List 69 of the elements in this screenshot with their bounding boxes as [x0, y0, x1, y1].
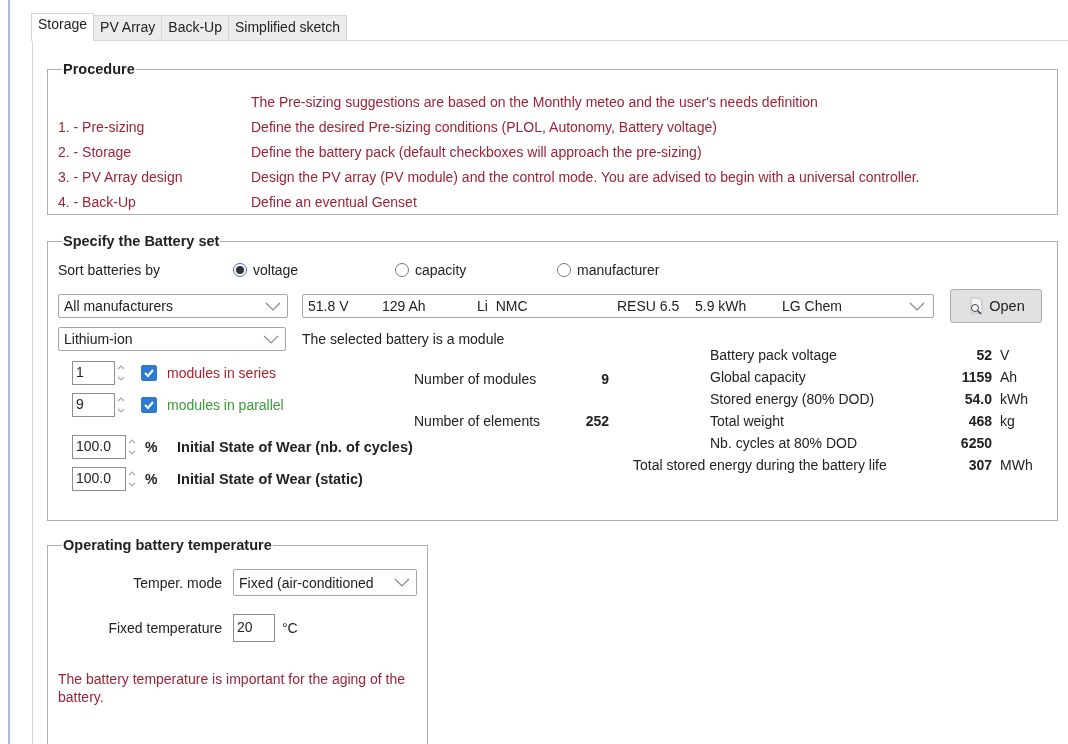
radio-option[interactable]: capacity	[395, 262, 557, 278]
temperature-note: The battery temperature is important for the aging of the battery.	[58, 670, 407, 706]
tab[interactable]: Simplified sketch	[228, 15, 348, 40]
number-field[interactable]: 1	[72, 361, 115, 385]
number-field[interactable]: 100.0	[72, 435, 126, 459]
stat-label: Total weight	[710, 413, 785, 429]
temperature-label: Fixed temperature	[107, 620, 222, 636]
unit-label: °C	[282, 620, 298, 636]
group-title: Specify the Battery set	[62, 233, 221, 249]
number-field[interactable]: 100.0	[72, 467, 126, 491]
stat-unit: Ah	[999, 369, 1019, 385]
stat-value: 307	[967, 457, 992, 473]
wear-label: Initial State of Wear (nb. of cycles)	[177, 439, 413, 455]
checkbox[interactable]	[141, 397, 157, 413]
group-title: Procedure	[62, 61, 136, 77]
step-text: Define the desired Pre-sizing conditions (PLOL, Autonomy, Battery voltage)	[251, 118, 718, 136]
tab[interactable]: Storage	[31, 13, 95, 41]
tab[interactable]: Back-Up	[161, 15, 229, 40]
step-text: Define the battery pack (default checkboxes will approach the pre-sizing)	[251, 143, 703, 161]
stat-label: Nb. cycles at 80% DOD	[710, 435, 859, 451]
stat-value: 1159	[960, 369, 992, 385]
stat-value: 52	[975, 347, 992, 363]
checkbox-label: modules in series	[167, 365, 276, 381]
number-field[interactable]: 9	[72, 393, 115, 417]
module-note: The selected battery is a module	[302, 331, 505, 347]
group-title: Operating battery temperature	[62, 537, 273, 553]
step-label: 3. - PV Array design	[58, 168, 184, 186]
tab[interactable]: PV Array	[93, 15, 163, 40]
search-icon	[967, 297, 986, 315]
chevron-down-icon	[265, 301, 281, 311]
chevron-down-icon	[909, 301, 925, 311]
step-text: Define an eventual Genset	[251, 193, 418, 211]
wear-label: Initial State of Wear (static)	[177, 471, 363, 487]
step-label: 1. - Pre-sizing	[58, 118, 146, 136]
battery-dropdown[interactable]: 51.8 V 129 Ah Li NMC RESU 6.5 5.9 kWh LG Chem	[302, 294, 934, 318]
unit-label: %	[145, 439, 159, 455]
stat-label: Global capacity	[710, 369, 807, 385]
stat-unit: MWh	[999, 457, 1034, 473]
stat-label: Total stored energy during the battery life	[633, 457, 888, 473]
stat-unit: kg	[999, 413, 1016, 429]
step-label: 4. - Back-Up	[58, 193, 137, 211]
technology-dropdown[interactable]: Lithium-ion	[58, 327, 286, 351]
chevron-down-icon	[394, 578, 410, 587]
open-button[interactable]: Open	[950, 289, 1042, 323]
manufacturer-dropdown[interactable]: All manufacturers	[58, 294, 288, 318]
count-label: Number of elements	[414, 413, 542, 429]
stat-value: 468	[967, 413, 992, 429]
stat-value: 6250	[959, 435, 992, 451]
step-text: Design the PV array (PV module) and the control mode. You are advised to begin with a universal controller.	[251, 168, 921, 186]
count-value: 252	[584, 413, 609, 429]
chevron-down-icon	[263, 334, 279, 344]
stat-value: 54.0	[963, 391, 992, 407]
radio-option[interactable]: voltage	[233, 262, 395, 278]
stat-unit: V	[999, 347, 1011, 363]
procedure-intro: The Pre-sizing suggestions are based on the Monthly meteo and the user's needs definition	[251, 93, 819, 111]
temperature-field[interactable]: 20	[233, 614, 275, 642]
stat-label: Stored energy (80% DOD)	[710, 391, 876, 407]
sort-label: Sort batteries by	[58, 262, 161, 278]
checkbox-label: modules in parallel	[167, 397, 284, 413]
mode-label: Temper. mode	[132, 574, 222, 591]
step-label: 2. - Storage	[58, 143, 133, 161]
mode-dropdown[interactable]: Fixed (air-conditioned	[233, 569, 417, 596]
stat-unit: kWh	[999, 391, 1029, 407]
count-label: Number of modules	[414, 371, 538, 387]
checkbox[interactable]	[141, 365, 157, 381]
stat-label: Battery pack voltage	[710, 347, 838, 363]
radio-option[interactable]: manufacturer	[557, 262, 719, 278]
count-value: 9	[600, 371, 609, 387]
unit-label: %	[145, 471, 159, 487]
